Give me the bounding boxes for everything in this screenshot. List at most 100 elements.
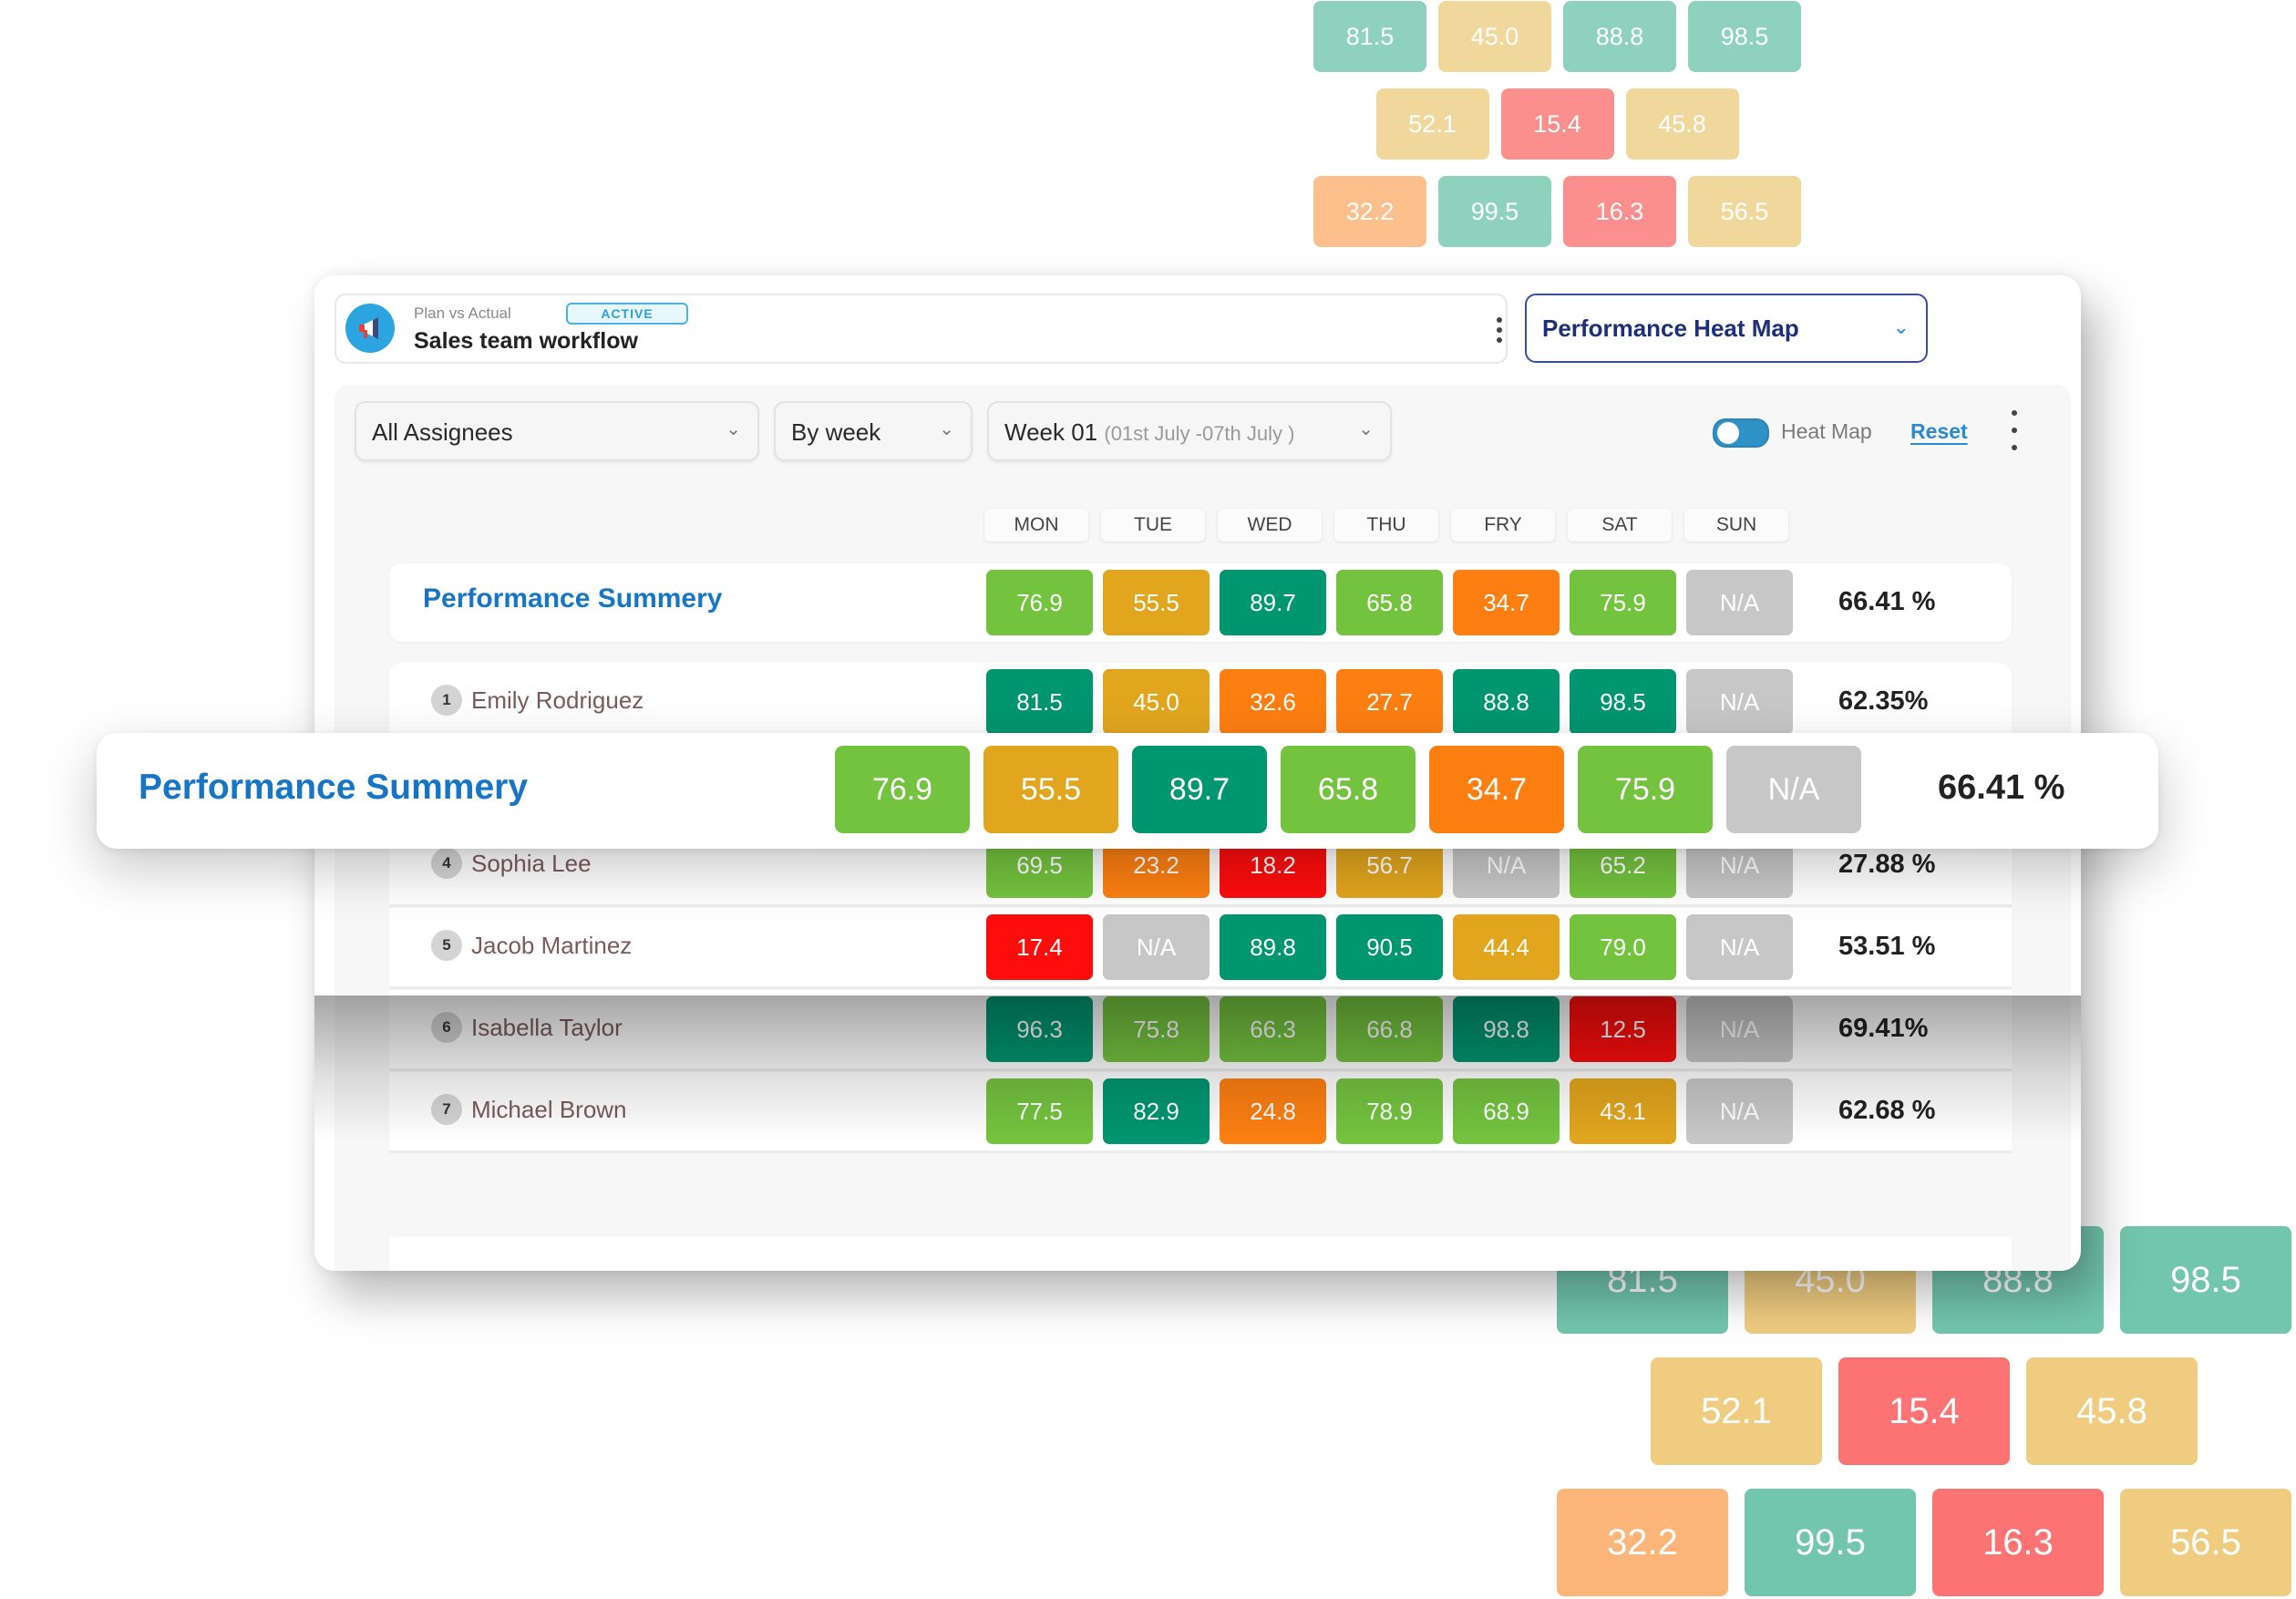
view-type-select[interactable]: Performance Heat Map ⌄ bbox=[1525, 294, 1928, 363]
heat-cell[interactable]: 34.7 bbox=[1429, 746, 1564, 833]
summary-percent: 66.41 % bbox=[1938, 769, 2065, 807]
row-percent: 62.35% bbox=[1838, 686, 1929, 716]
row-percent: 69.41% bbox=[1838, 1014, 1929, 1043]
assignee-name: 1 Emily Rodriguez bbox=[431, 685, 643, 716]
heat-cell[interactable]: N/A bbox=[1686, 1078, 1793, 1144]
heat-cell[interactable]: 89.7 bbox=[1220, 570, 1326, 635]
decorative-tile: 88.8 bbox=[1563, 1, 1676, 72]
decorative-tile: 81.5 bbox=[1313, 1, 1426, 72]
view-type-value: Performance Heat Map bbox=[1542, 315, 1799, 342]
heat-cell[interactable]: 75.9 bbox=[1578, 746, 1713, 833]
heat-cell[interactable]: 75.8 bbox=[1103, 996, 1210, 1062]
decorative-tile: 99.5 bbox=[1438, 176, 1551, 247]
heat-cell[interactable]: 55.5 bbox=[1103, 570, 1210, 635]
summary-title: Performance Summery bbox=[139, 768, 529, 807]
toggle-knob bbox=[1717, 422, 1739, 444]
heat-cell[interactable]: 27.7 bbox=[1336, 669, 1443, 735]
heat-cell[interactable]: N/A bbox=[1103, 914, 1210, 980]
heat-cell[interactable]: 79.0 bbox=[1570, 914, 1676, 980]
heat-cell[interactable]: N/A bbox=[1686, 669, 1793, 735]
heat-cell[interactable]: 98.5 bbox=[1570, 669, 1676, 735]
decorative-tile: 52.1 bbox=[1651, 1357, 1822, 1465]
decorative-tile: 98.5 bbox=[1688, 1, 1801, 72]
rank-badge: 6 bbox=[431, 1012, 462, 1043]
heat-cell[interactable]: 43.1 bbox=[1570, 1078, 1676, 1144]
heat-cell[interactable]: 98.8 bbox=[1453, 996, 1560, 1062]
row-percent: 62.68 % bbox=[1838, 1096, 1936, 1125]
decorative-tile: 45.0 bbox=[1438, 1, 1551, 72]
workflow-subtitle: Plan vs Actual bbox=[414, 304, 511, 322]
heat-cell[interactable]: 75.9 bbox=[1570, 570, 1676, 635]
day-header-thu: THU bbox=[1334, 509, 1438, 542]
assignee-name-text: Michael Brown bbox=[471, 1095, 627, 1123]
heat-cell[interactable]: 77.5 bbox=[986, 1078, 1093, 1144]
summary-percent: 66.41 % bbox=[1838, 587, 1936, 616]
heat-cell[interactable]: 24.8 bbox=[1220, 1078, 1326, 1144]
heat-cell[interactable]: 68.9 bbox=[1453, 1078, 1560, 1144]
person-row: 7 Michael Brown 77.5 82.9 24.8 78.9 68.9 43.1 N/… bbox=[389, 1072, 2012, 1150]
assignee-name-text: Isabella Taylor bbox=[471, 1013, 623, 1041]
heat-cell[interactable]: 66.3 bbox=[1220, 996, 1326, 1062]
heat-cell[interactable]: 96.3 bbox=[986, 996, 1093, 1062]
heat-cell[interactable]: 32.6 bbox=[1220, 669, 1326, 735]
heat-cell[interactable]: 65.8 bbox=[1336, 570, 1443, 635]
decorative-tile: 45.8 bbox=[1625, 88, 1739, 160]
person-row: 5 Jacob Martinez 17.4 N/A 89.8 90.5 44.4 79.0 N/… bbox=[389, 908, 2012, 986]
heat-cell[interactable]: 88.8 bbox=[1453, 669, 1560, 735]
decorative-tile: 15.4 bbox=[1500, 88, 1614, 160]
row-divider bbox=[389, 1068, 2012, 1071]
heat-cell[interactable]: 34.7 bbox=[1453, 570, 1560, 635]
heat-cell[interactable]: 90.5 bbox=[1336, 914, 1443, 980]
person-row: 6 Isabella Taylor 96.3 75.8 66.3 66.8 98.8 12.5… bbox=[389, 990, 2012, 1068]
row-percent: 27.88 % bbox=[1838, 850, 1936, 879]
heat-cell[interactable]: 82.9 bbox=[1103, 1078, 1210, 1144]
heat-cell[interactable]: 89.7 bbox=[1132, 746, 1267, 833]
heat-cell[interactable]: N/A bbox=[1686, 570, 1793, 635]
day-header-mon: MON bbox=[984, 509, 1088, 542]
heatmap-toggle-label: Heat Map bbox=[1781, 419, 1872, 443]
row-divider bbox=[389, 904, 2012, 907]
heat-cell[interactable]: N/A bbox=[1686, 996, 1793, 1062]
chevron-down-icon: ⌄ bbox=[726, 419, 741, 439]
summary-row: Performance Summery 76.9 55.5 89.7 65.8 34.7 7… bbox=[389, 563, 2012, 642]
heat-cell[interactable]: 45.0 bbox=[1103, 669, 1210, 735]
assignee-name-text: Jacob Martinez bbox=[471, 931, 633, 959]
heat-cell[interactable]: 76.9 bbox=[986, 570, 1093, 635]
heat-cell[interactable]: 55.5 bbox=[983, 746, 1118, 833]
heat-cell[interactable]: 89.8 bbox=[1220, 914, 1326, 980]
workflow-title: Sales team workflow bbox=[414, 328, 638, 354]
workflow-header-card[interactable]: Plan vs Actual ACTIVE Sales team workflo… bbox=[335, 294, 1508, 364]
kebab-icon[interactable] bbox=[2010, 410, 2019, 450]
decorative-tile: 56.5 bbox=[1688, 176, 1801, 247]
floating-summary-row: Performance Summery 76.9 55.5 89.7 65.8 34.7… bbox=[97, 733, 2158, 849]
heat-cell[interactable]: 66.8 bbox=[1336, 996, 1443, 1062]
reset-link[interactable]: Reset bbox=[1910, 419, 1968, 444]
assignee-name: 7 Michael Brown bbox=[431, 1094, 627, 1125]
heat-cell[interactable]: 81.5 bbox=[986, 669, 1093, 735]
heat-cell[interactable]: 44.4 bbox=[1453, 914, 1560, 980]
heat-cell[interactable]: 78.9 bbox=[1336, 1078, 1443, 1144]
kebab-icon[interactable] bbox=[1495, 317, 1504, 343]
chevron-down-icon: ⌄ bbox=[1358, 419, 1374, 439]
heatmap-toggle[interactable] bbox=[1713, 418, 1769, 448]
week-dropdown[interactable]: Week 01 (01st July -07th July ) ⌄ bbox=[987, 401, 1392, 461]
decorative-tile: 32.2 bbox=[1313, 176, 1426, 247]
heat-cell[interactable]: 17.4 bbox=[986, 914, 1093, 980]
heat-cell[interactable]: 76.9 bbox=[835, 746, 970, 833]
period-dropdown[interactable]: By week ⌄ bbox=[774, 401, 973, 461]
rank-badge: 4 bbox=[431, 848, 462, 879]
decorative-tile: 98.5 bbox=[2120, 1226, 2291, 1334]
rank-badge: 7 bbox=[431, 1094, 462, 1125]
heat-cell[interactable]: 12.5 bbox=[1570, 996, 1676, 1062]
summary-title: Performance Summery bbox=[423, 583, 723, 614]
person-row: 1 Emily Rodriguez 81.5 45.0 32.6 27.7 88.8 98.5… bbox=[389, 663, 2012, 741]
decorative-tile: 15.4 bbox=[1838, 1357, 2010, 1465]
heat-cell[interactable]: N/A bbox=[1686, 914, 1793, 980]
decorative-tile: 52.1 bbox=[1375, 88, 1489, 160]
assignee-dropdown[interactable]: All Assignees ⌄ bbox=[355, 401, 759, 461]
heat-cell[interactable]: N/A bbox=[1726, 746, 1861, 833]
day-header-sun: SUN bbox=[1684, 509, 1788, 542]
heat-cell[interactable]: 65.8 bbox=[1281, 746, 1416, 833]
assignee-name: 5 Jacob Martinez bbox=[431, 930, 632, 961]
row-divider bbox=[389, 1150, 2012, 1153]
